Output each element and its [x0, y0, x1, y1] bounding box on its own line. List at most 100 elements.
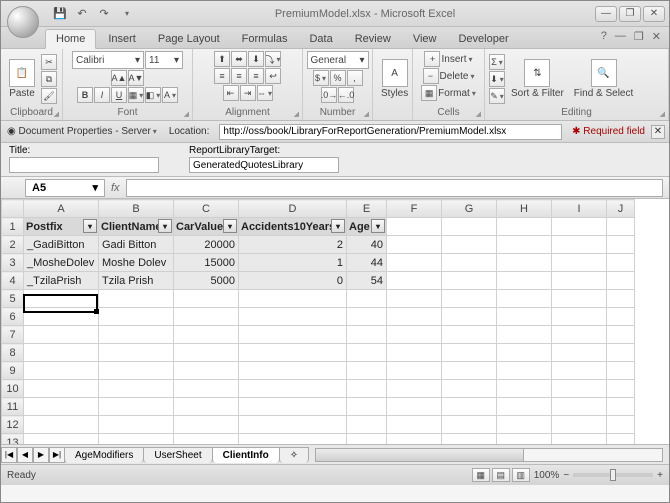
cell[interactable]: _MosheDolev — [24, 254, 99, 272]
cell[interactable]: 2 — [239, 236, 347, 254]
font-size-combo[interactable]: 11▾ — [145, 51, 183, 69]
format-cells-button[interactable]: Format — [438, 88, 476, 99]
view-normal-icon[interactable]: ▦ — [472, 468, 490, 482]
comma-format-icon[interactable]: , — [347, 70, 363, 86]
zoom-in-icon[interactable]: + — [657, 470, 663, 481]
docprops-close-icon[interactable]: ✕ — [651, 125, 665, 139]
col-header-d[interactable]: D — [239, 200, 347, 218]
sheet-nav-next-icon[interactable]: ▶ — [33, 447, 49, 463]
filter-icon[interactable]: ▾ — [331, 219, 345, 233]
sheet-nav-last-icon[interactable]: ▶| — [49, 447, 65, 463]
row-header[interactable]: 7 — [2, 326, 24, 344]
merge-center-icon[interactable]: ⇔ — [257, 85, 273, 101]
cell[interactable]: 15000 — [174, 254, 239, 272]
close-button[interactable]: ✕ — [643, 6, 665, 22]
col-header-a[interactable]: A — [24, 200, 99, 218]
decrease-decimal-icon[interactable]: ←.0 — [338, 87, 354, 103]
row-header[interactable]: 4 — [2, 272, 24, 290]
sheet-tab-clientinfo[interactable]: ClientInfo — [212, 447, 280, 463]
filter-icon[interactable]: ▾ — [158, 219, 172, 233]
cell[interactable]: Gadi Bitton — [99, 236, 174, 254]
font-name-combo[interactable]: Calibri▾ — [72, 51, 144, 69]
align-left-icon[interactable]: ≡ — [214, 68, 230, 84]
cell[interactable]: Moshe Dolev — [99, 254, 174, 272]
cell[interactable]: 44 — [347, 254, 387, 272]
mdi-close-icon[interactable]: ✕ — [652, 30, 661, 43]
col-header-g[interactable]: G — [442, 200, 497, 218]
cell[interactable]: 5000 — [174, 272, 239, 290]
cell[interactable]: _TzilaPrish — [24, 272, 99, 290]
row-header[interactable]: 9 — [2, 362, 24, 380]
row-header[interactable]: 11 — [2, 398, 24, 416]
tab-data[interactable]: Data — [299, 30, 342, 48]
target-field-input[interactable] — [189, 157, 339, 173]
align-top-icon[interactable]: ⬆ — [214, 51, 230, 67]
qat-customize-icon[interactable] — [117, 5, 135, 23]
italic-button[interactable]: I — [94, 87, 110, 103]
office-button[interactable] — [7, 6, 39, 38]
cell[interactable]: Tzila Prish — [99, 272, 174, 290]
align-right-icon[interactable]: ≡ — [248, 68, 264, 84]
horizontal-scrollbar[interactable] — [315, 448, 663, 462]
row-header[interactable]: 5 — [2, 290, 24, 308]
row-header[interactable]: 10 — [2, 380, 24, 398]
number-format-combo[interactable]: General▾ — [307, 51, 369, 69]
qat-redo-icon[interactable]: ↷ — [95, 5, 113, 23]
help-icon[interactable]: ? — [601, 30, 607, 43]
worksheet-grid[interactable]: A B C D E F G H I J 1 Postfix▾ ClientNam… — [1, 199, 635, 445]
align-middle-icon[interactable]: ⬌ — [231, 51, 247, 67]
fx-icon[interactable]: fx — [111, 182, 120, 194]
delete-cells-icon[interactable]: − — [423, 68, 439, 84]
format-painter-icon[interactable]: 🖌 — [41, 88, 57, 104]
zoom-out-icon[interactable]: − — [563, 470, 569, 481]
copy-icon[interactable]: ⧉ — [41, 71, 57, 87]
orientation-icon[interactable]: ⤵ — [265, 51, 281, 67]
view-layout-icon[interactable]: ▤ — [492, 468, 510, 482]
view-pagebreak-icon[interactable]: ▥ — [512, 468, 530, 482]
mdi-restore-icon[interactable]: ❐ — [634, 30, 644, 43]
row-header[interactable]: 1 — [2, 218, 24, 236]
fill-icon[interactable]: ⬇ — [489, 71, 505, 87]
shrink-font-icon[interactable]: A▼ — [128, 70, 144, 86]
filter-icon[interactable]: ▾ — [83, 219, 97, 233]
align-bottom-icon[interactable]: ⬇ — [248, 51, 264, 67]
paste-button[interactable]: 📋 Paste — [5, 57, 39, 101]
mdi-minimize-icon[interactable]: — — [615, 30, 626, 43]
col-header-h[interactable]: H — [497, 200, 552, 218]
row-header[interactable]: 6 — [2, 308, 24, 326]
cell[interactable]: 40 — [347, 236, 387, 254]
select-all-corner[interactable] — [2, 200, 24, 218]
cell[interactable]: 0 — [239, 272, 347, 290]
format-cells-icon[interactable]: ▦ — [421, 85, 437, 101]
zoom-level[interactable]: 100% — [534, 470, 560, 481]
tab-page-layout[interactable]: Page Layout — [148, 30, 230, 48]
minimize-button[interactable]: — — [595, 6, 617, 22]
sort-filter-button[interactable]: ⇅ Sort & Filter — [507, 57, 568, 101]
tab-insert[interactable]: Insert — [98, 30, 146, 48]
col-header-j[interactable]: J — [607, 200, 635, 218]
row-header[interactable]: 12 — [2, 416, 24, 434]
sheet-nav-first-icon[interactable]: |◀ — [1, 447, 17, 463]
qat-save-icon[interactable]: 💾 — [51, 5, 69, 23]
col-header-e[interactable]: E — [347, 200, 387, 218]
fill-color-button[interactable]: ◧ — [145, 87, 161, 103]
cell[interactable]: 1 — [239, 254, 347, 272]
cell[interactable]: 20000 — [174, 236, 239, 254]
bold-button[interactable]: B — [77, 87, 93, 103]
table-header-carvalue[interactable]: CarValue▾ — [174, 218, 239, 236]
maximize-button[interactable]: ❐ — [619, 6, 641, 22]
decrease-indent-icon[interactable]: ⇤ — [223, 85, 239, 101]
col-header-f[interactable]: F — [387, 200, 442, 218]
cell[interactable] — [24, 290, 99, 308]
row-header[interactable]: 3 — [2, 254, 24, 272]
styles-button[interactable]: A Styles — [377, 57, 412, 101]
qat-undo-icon[interactable]: ↶ — [73, 5, 91, 23]
increase-indent-icon[interactable]: ⇥ — [240, 85, 256, 101]
sheet-tab-insert-icon[interactable]: ✧ — [279, 447, 309, 463]
align-center-icon[interactable]: ≡ — [231, 68, 247, 84]
sheet-tab-usersheet[interactable]: UserSheet — [143, 447, 212, 463]
table-header-postfix[interactable]: Postfix▾ — [24, 218, 99, 236]
percent-format-icon[interactable]: % — [330, 70, 346, 86]
filter-icon[interactable]: ▾ — [223, 219, 237, 233]
underline-button[interactable]: U — [111, 87, 127, 103]
